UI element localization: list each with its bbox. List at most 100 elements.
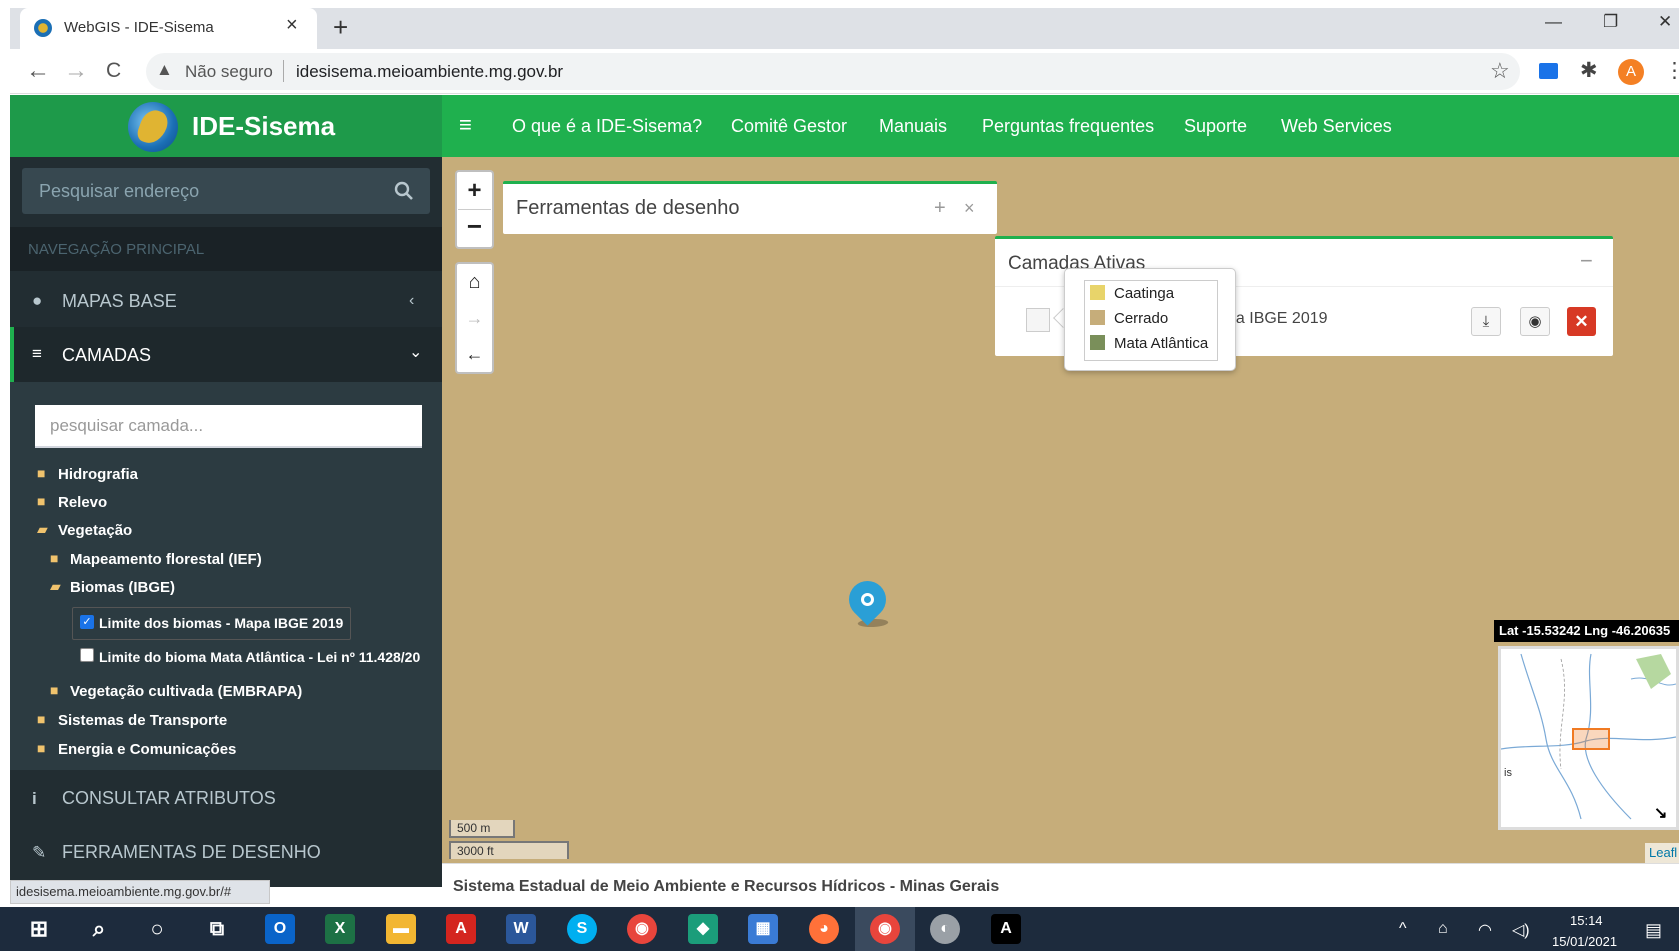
word-icon[interactable]: W xyxy=(506,914,536,944)
zoom-out-button[interactable]: − xyxy=(458,209,491,246)
firefox-icon[interactable]: ◕ xyxy=(809,914,839,944)
nav-support[interactable]: Suporte xyxy=(1184,116,1247,137)
tree-item-energy[interactable]: Energia e Comunicações xyxy=(58,741,236,758)
layer-checkbox-mata-atlantica[interactable] xyxy=(80,648,94,662)
folder-icon: ■ xyxy=(37,711,46,727)
legend-label: Cerrado xyxy=(1114,310,1169,327)
sidebar-toggle-icon[interactable]: ≡ xyxy=(459,112,472,138)
task-view-icon[interactable]: ⧉ xyxy=(202,914,232,944)
acrobat-icon[interactable]: A xyxy=(446,914,476,944)
browser-menu-icon[interactable]: ⋮ xyxy=(1664,58,1679,83)
legend-swatch-cerrado xyxy=(1090,310,1105,325)
nav-faq[interactable]: Perguntas frequentes xyxy=(982,116,1154,137)
app2-icon[interactable]: ◐ xyxy=(930,914,960,944)
legend-swatch-caatinga xyxy=(1090,285,1105,300)
layer-label-mata-atlantica[interactable]: Limite do bioma Mata Atlântica - Lei nº … xyxy=(99,649,422,665)
wifi-icon[interactable]: ◠ xyxy=(1478,920,1492,940)
folder-open-icon: ▰ xyxy=(37,521,48,537)
search-icon[interactable] xyxy=(393,180,415,202)
chrome-profile-icon[interactable]: ◉ xyxy=(870,914,900,944)
folder-icon: ■ xyxy=(37,740,46,756)
tree-item-transport[interactable]: Sistemas de Transporte xyxy=(58,712,227,729)
bookmark-star-icon[interactable]: ☆ xyxy=(1490,58,1510,84)
app-icon[interactable]: ◆ xyxy=(688,914,718,944)
nav-about[interactable]: O que é a IDE-Sisema? xyxy=(512,116,702,137)
outlook-icon[interactable]: O xyxy=(265,914,295,944)
cortana-icon[interactable]: ○ xyxy=(142,914,172,944)
layer-checkbox-biomes[interactable]: ✓ xyxy=(80,615,94,629)
tree-item-hydrography[interactable]: Hidrografia xyxy=(58,466,138,483)
window-close-button[interactable]: ✕ xyxy=(1658,12,1672,32)
drawing-tools-title: Ferramentas de desenho xyxy=(516,197,740,219)
close-icon[interactable]: × xyxy=(964,198,975,219)
map-marker-dot xyxy=(861,593,874,606)
calendar-icon[interactable]: ▦ xyxy=(748,914,778,944)
download-icon[interactable]: ⤓ xyxy=(1471,307,1501,336)
excel-icon[interactable]: X xyxy=(325,914,355,944)
clock-time[interactable]: 15:14 xyxy=(1570,913,1603,928)
forward-button[interactable]: → xyxy=(64,57,88,85)
plus-icon[interactable]: + xyxy=(934,197,946,220)
insecure-label[interactable]: Não seguro xyxy=(185,62,273,82)
file-explorer-icon[interactable]: ▬ xyxy=(386,914,416,944)
acrobat2-icon[interactable]: A xyxy=(991,914,1021,944)
address-search-input[interactable] xyxy=(22,168,402,214)
skype-icon[interactable]: S xyxy=(567,914,597,944)
folder-open-icon: ▰ xyxy=(50,578,61,594)
windows-taskbar xyxy=(0,907,1679,951)
tree-item-forest-mapping[interactable]: Mapeamento florestal (IEF) xyxy=(70,551,262,568)
minimize-icon[interactable]: − xyxy=(1580,248,1593,274)
tree-item-cultivated[interactable]: Vegetação cultivada (EMBRAPA) xyxy=(70,683,302,700)
search-icon[interactable]: ⌕ xyxy=(84,914,114,944)
tab-title: WebGIS - IDE-Sisema xyxy=(64,19,214,36)
back-arrow-icon[interactable]: ← xyxy=(458,336,491,372)
layer-label-biomes[interactable]: Limite dos biomas - Mapa IBGE 2019 xyxy=(99,615,343,631)
minimap-toggle-icon[interactable]: ↘ xyxy=(1654,803,1667,823)
extensions-puzzle-icon[interactable]: ✱ xyxy=(1580,58,1598,83)
sidebar-item-label: MAPAS BASE xyxy=(62,291,177,311)
tree-item-biomes[interactable]: Biomas (IBGE) xyxy=(70,579,175,596)
volume-icon[interactable]: ◁) xyxy=(1512,920,1530,940)
tray-device-icon[interactable]: ⌂ xyxy=(1438,920,1448,938)
tree-item-vegetation[interactable]: Vegetação xyxy=(58,522,132,539)
sidebar-item-label: FERRAMENTAS DE DESENHO xyxy=(62,842,321,862)
scale-imperial: 3000 ft xyxy=(449,841,569,859)
legend-icon[interactable] xyxy=(1026,308,1050,332)
brand-title[interactable]: IDE-Sisema xyxy=(192,111,335,142)
start-icon[interactable]: ⊞ xyxy=(24,914,54,944)
info-icon: i xyxy=(32,789,37,808)
chrome-icon[interactable]: ◉ xyxy=(627,914,657,944)
tree-item-relief[interactable]: Relevo xyxy=(58,494,107,511)
new-tab-button[interactable]: + xyxy=(333,12,348,43)
window-restore-button[interactable]: ❐ xyxy=(1603,12,1618,32)
nav-committee[interactable]: Comitê Gestor xyxy=(731,116,847,137)
reload-button[interactable]: C xyxy=(106,59,121,83)
window-minimize-button[interactable]: — xyxy=(1545,12,1562,32)
minimap-viewport[interactable] xyxy=(1572,728,1610,750)
sidebar-item-label: CONSULTAR ATRIBUTOS xyxy=(62,788,276,808)
remove-layer-button[interactable]: ✕ xyxy=(1567,307,1596,336)
tab-close-icon[interactable]: × xyxy=(286,14,298,37)
nav-web-services[interactable]: Web Services xyxy=(1281,116,1392,137)
folder-icon: ■ xyxy=(50,682,59,698)
address-url[interactable]: idesisema.meioambiente.mg.gov.br xyxy=(296,62,563,82)
leaflet-attribution[interactable]: Leafl xyxy=(1645,843,1679,863)
status-url: idesisema.meioambiente.mg.gov.br/# xyxy=(16,884,232,899)
extension-icon[interactable] xyxy=(1539,63,1558,79)
tray-overflow-icon[interactable]: ^ xyxy=(1399,920,1407,938)
home-icon[interactable]: ⌂ xyxy=(458,264,491,300)
sidebar-item-label: CAMADAS xyxy=(62,345,152,365)
layer-search-input[interactable] xyxy=(35,405,422,448)
warning-icon[interactable]: ▲ xyxy=(156,60,173,80)
back-button[interactable]: ← xyxy=(26,57,50,85)
active-layer-name: pa IBGE 2019 xyxy=(1227,310,1328,327)
profile-avatar[interactable]: A xyxy=(1618,59,1644,85)
notifications-icon[interactable]: ▤ xyxy=(1645,920,1662,941)
legend-label: Caatinga xyxy=(1114,285,1175,302)
nav-manuals[interactable]: Manuais xyxy=(879,116,947,137)
globe-icon: ● xyxy=(32,291,43,310)
forward-arrow-icon[interactable]: → xyxy=(458,300,491,336)
zoom-in-button[interactable]: + xyxy=(458,172,491,209)
clock-date[interactable]: 15/01/2021 xyxy=(1552,934,1617,949)
visibility-icon[interactable]: ◉ xyxy=(1520,307,1550,336)
